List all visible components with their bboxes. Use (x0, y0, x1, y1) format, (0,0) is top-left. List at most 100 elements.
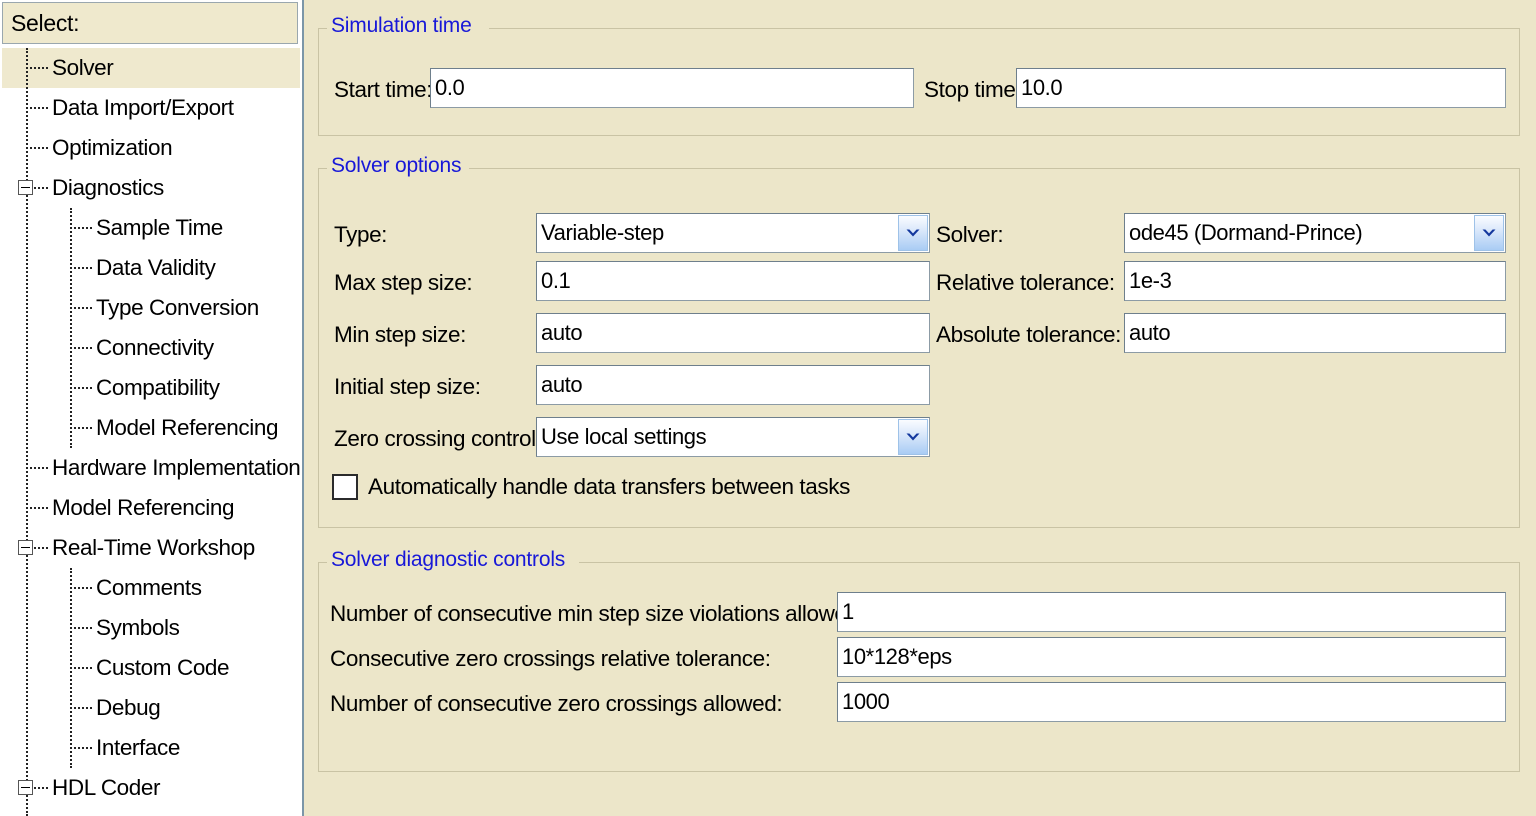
min-step-violations-input[interactable]: 1 (837, 592, 1506, 632)
chevron-down-icon[interactable] (898, 419, 928, 455)
relative-tolerance-input[interactable]: 1e-3 (1124, 261, 1506, 301)
sidebar-item-solver[interactable]: Solver (2, 48, 300, 88)
max-step-size-input[interactable]: 0.1 (536, 261, 930, 301)
start-time-label: Start time: (334, 77, 433, 102)
sidebar-item-label: Interface (96, 735, 180, 760)
group-border-left (319, 562, 327, 563)
max-step-size-label: Max step size: (334, 270, 473, 295)
sidebar-item-hdl-coder[interactable]: HDL Coder (2, 768, 300, 808)
config-parameters-dialog: Select: Solver Data Import/Export Optimiza… (0, 0, 1536, 816)
tree-guide-line-diagnostics (70, 208, 72, 448)
navigation-tree[interactable]: Solver Data Import/Export Optimization Diag… (2, 48, 301, 816)
tree-connector (70, 667, 92, 669)
sidebar-item-label: Diagnostics (52, 175, 164, 200)
tree-connector (70, 227, 92, 229)
solver-label: Solver: (936, 222, 1004, 247)
tree-connector (26, 107, 48, 109)
stop-time-label: Stop time: (924, 77, 1022, 102)
zero-crossings-allowed-input[interactable]: 1000 (837, 682, 1506, 722)
sidebar-item-label: HDL Coder (52, 775, 161, 800)
select-header-label: Select: (11, 9, 80, 36)
tree-connector (34, 787, 48, 789)
tree-connector (70, 307, 92, 309)
sidebar-item-data-import-export[interactable]: Data Import/Export (2, 88, 300, 128)
start-time-input[interactable]: 0.0 (430, 68, 914, 108)
sidebar-item-label: Custom Code (96, 655, 230, 680)
zero-crossing-control-label: Zero crossing control: (334, 426, 542, 451)
sidebar-item-label: Connectivity (96, 335, 214, 360)
group-border-right (579, 562, 1519, 563)
stop-time-input[interactable]: 10.0 (1016, 68, 1506, 108)
zero-crossings-rel-tolerance-label: Consecutive zero crossings relative tole… (330, 646, 771, 671)
tree-connector (26, 507, 48, 509)
sidebar-item-label: Optimization (52, 135, 173, 160)
sidebar-item-label: Type Conversion (96, 295, 259, 320)
sidebar-item-model-referencing[interactable]: Model Referencing (2, 408, 300, 448)
sidebar-item-label: Symbols (96, 615, 180, 640)
sidebar-item-label: Compatibility (96, 375, 220, 400)
tree-connector (70, 347, 92, 349)
tree-connector (70, 387, 92, 389)
tree-expander-icon[interactable] (18, 540, 33, 555)
sidebar-item-debug[interactable]: Debug (2, 688, 300, 728)
sidebar-item-label: Data Import/Export (52, 95, 234, 120)
sidebar-item-data-validity[interactable]: Data Validity (2, 248, 300, 288)
tree-connector (26, 467, 48, 469)
type-dropdown[interactable]: Variable-step (536, 213, 930, 253)
tree-connector (70, 747, 92, 749)
sidebar-item-label: Debug (96, 695, 161, 720)
sidebar-item-diagnostics[interactable]: Diagnostics (2, 168, 300, 208)
tree-connector (70, 587, 92, 589)
sidebar-item-label: Real-Time Workshop (52, 535, 255, 560)
chevron-down-icon[interactable] (898, 215, 928, 251)
group-border-right (489, 28, 1519, 29)
simulation-time-group-title: Simulation time (329, 14, 477, 38)
tree-expander-icon[interactable] (18, 780, 33, 795)
tree-connector (26, 147, 48, 149)
sidebar-item-symbols[interactable]: Symbols (2, 608, 300, 648)
relative-tolerance-label: Relative tolerance: (936, 270, 1115, 295)
sidebar-item-optimization[interactable]: Optimization (2, 128, 300, 168)
initial-step-size-label: Initial step size: (334, 374, 481, 399)
sidebar-item-hardware-implementation[interactable]: Hardware Implementation (2, 448, 301, 488)
group-border-left (319, 168, 327, 169)
sidebar-item-compatibility[interactable]: Compatibility (2, 368, 300, 408)
settings-content-panel: Simulation time Start time: 0.0 Stop tim… (304, 0, 1536, 816)
sidebar-item-label: Sample Time (96, 215, 223, 240)
solver-dropdown-value: ode45 (Dormand-Prince) (1129, 220, 1363, 245)
sidebar-item-connectivity[interactable]: Connectivity (2, 328, 300, 368)
group-border-right (469, 168, 1519, 169)
sidebar-item-real-time-workshop[interactable]: Real-Time Workshop (2, 528, 300, 568)
sidebar-item-type-conversion[interactable]: Type Conversion (2, 288, 300, 328)
sidebar-item-comments[interactable]: Comments (2, 568, 300, 608)
sidebar-item-label: Data Validity (96, 255, 216, 280)
auto-data-transfers-checkbox[interactable] (332, 474, 358, 500)
sidebar-item-sample-time[interactable]: Sample Time (2, 208, 300, 248)
min-step-size-input[interactable]: auto (536, 313, 930, 353)
sidebar-item-interface[interactable]: Interface (2, 728, 300, 768)
sidebar-item-label: Model Referencing (52, 495, 235, 520)
zero-crossings-rel-tolerance-input[interactable]: 10*128*eps (837, 637, 1506, 677)
sidebar-item-label: Solver (52, 55, 114, 80)
tree-connector (70, 627, 92, 629)
zero-crossings-allowed-label: Number of consecutive zero crossings all… (330, 691, 783, 716)
auto-data-transfers-checkbox-row[interactable]: Automatically handle data transfers betw… (332, 474, 850, 500)
sidebar-item-model-referencing[interactable]: Model Referencing (2, 488, 300, 528)
tree-connector (70, 267, 92, 269)
sidebar-item-custom-code[interactable]: Custom Code (2, 648, 300, 688)
select-header: Select: (2, 2, 298, 44)
chevron-down-icon[interactable] (1474, 215, 1504, 251)
absolute-tolerance-label: Absolute tolerance: (936, 322, 1122, 347)
auto-data-transfers-label: Automatically handle data transfers betw… (368, 474, 850, 499)
min-step-violations-label: Number of consecutive min step size viol… (330, 601, 865, 626)
absolute-tolerance-input[interactable]: auto (1124, 313, 1506, 353)
solver-dropdown[interactable]: ode45 (Dormand-Prince) (1124, 213, 1506, 253)
tree-expander-icon[interactable] (18, 180, 33, 195)
group-border-left (319, 28, 327, 29)
solver-diagnostics-group-title: Solver diagnostic controls (329, 548, 571, 572)
zero-crossing-control-dropdown[interactable]: Use local settings (536, 417, 930, 457)
initial-step-size-input[interactable]: auto (536, 365, 930, 405)
tree-connector (26, 67, 48, 69)
tree-connector (70, 707, 92, 709)
min-step-size-label: Min step size: (334, 322, 466, 347)
